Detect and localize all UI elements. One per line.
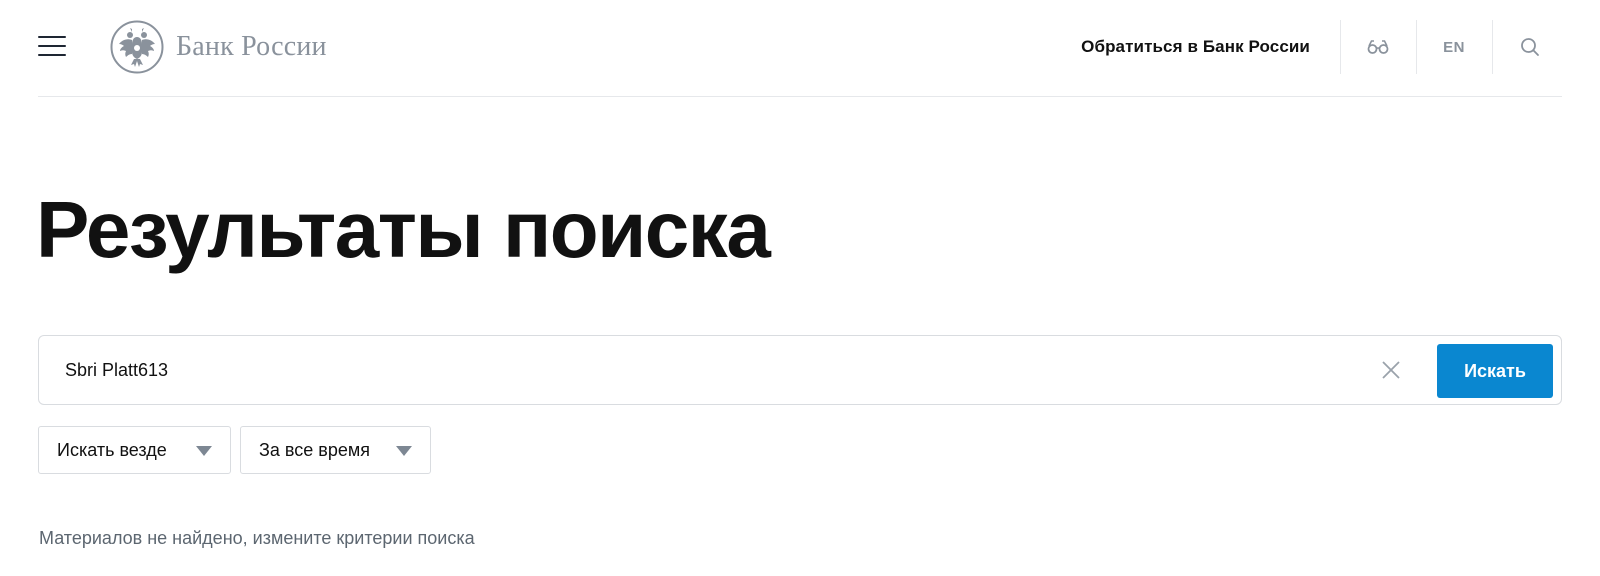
caret-down-icon <box>396 446 412 456</box>
hamburger-icon-line <box>38 45 66 47</box>
header-separator <box>38 96 1562 97</box>
filter-scope-select[interactable]: Искать везде <box>38 426 231 474</box>
header-search-button[interactable] <box>1493 20 1567 74</box>
filter-period-label: За все время <box>259 439 370 460</box>
search-box: Искать <box>38 335 1562 405</box>
page-title: Результаты поиска <box>36 185 771 274</box>
hamburger-icon-line <box>38 54 66 56</box>
logo-text: Банк России <box>176 31 327 62</box>
filter-scope-label: Искать везде <box>57 439 167 460</box>
site-header: Банк России Обратиться в Банк России EN <box>0 0 1600 96</box>
empty-results-message: Материалов не найдено, измените критерии… <box>39 528 475 548</box>
search-button[interactable]: Искать <box>1437 344 1553 398</box>
close-icon <box>1382 361 1400 379</box>
language-switch[interactable]: EN <box>1417 20 1491 74</box>
clear-search-button[interactable] <box>1379 358 1403 382</box>
contact-bank-link[interactable]: Обратиться в Банк России <box>1081 37 1310 57</box>
glasses-icon <box>1367 40 1389 54</box>
language-label: EN <box>1443 38 1465 56</box>
page: Банк России Обратиться в Банк России EN <box>0 0 1600 576</box>
hamburger-icon-line <box>38 36 66 38</box>
search-icon <box>1521 38 1539 56</box>
logo-link[interactable]: Банк России <box>110 20 327 74</box>
accessibility-button[interactable] <box>1341 20 1415 74</box>
menu-button[interactable] <box>38 36 66 56</box>
filter-period-select[interactable]: За все время <box>240 426 431 474</box>
caret-down-icon <box>196 446 212 456</box>
eagle-emblem-icon <box>110 20 164 74</box>
search-input[interactable] <box>65 336 1365 404</box>
